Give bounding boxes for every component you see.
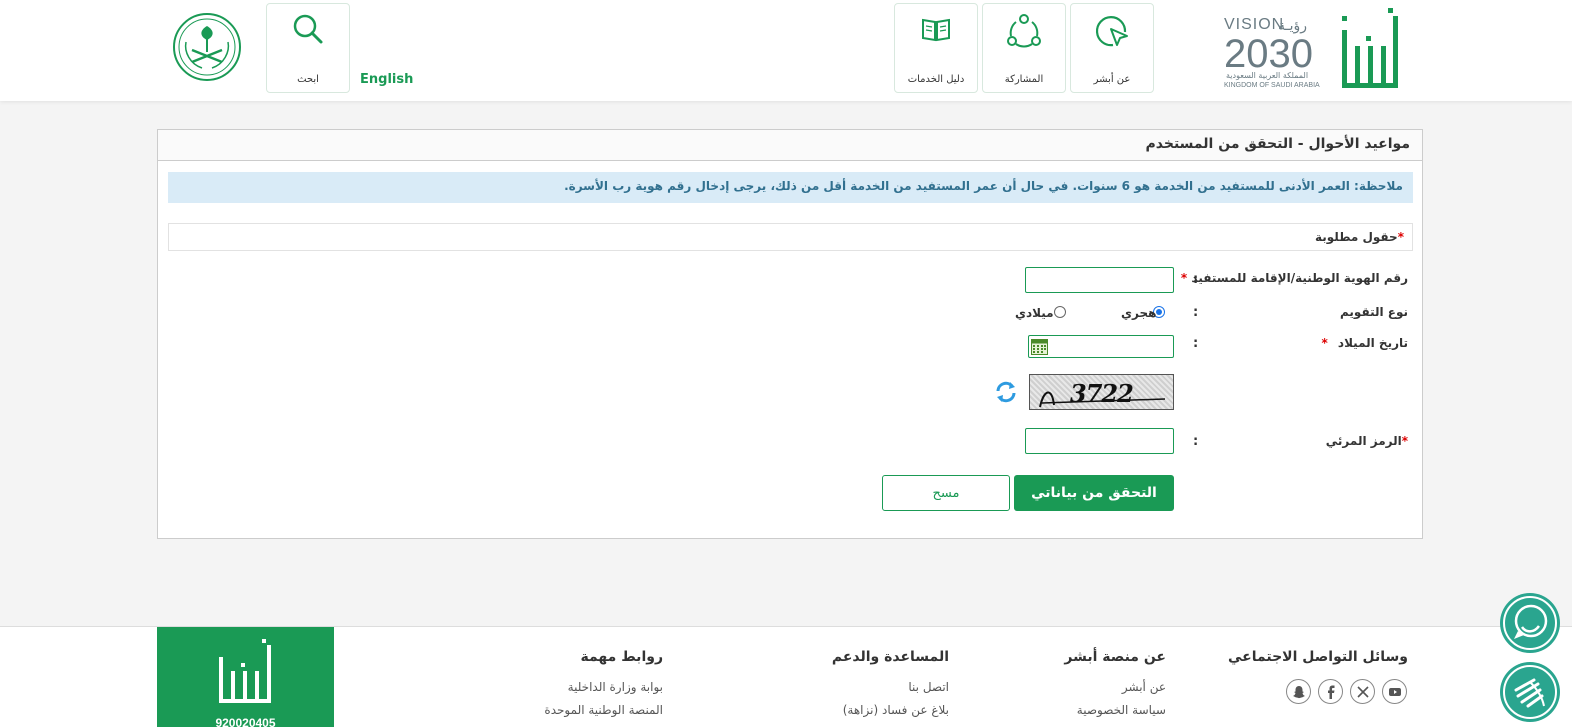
vision-country-ar: المملكة العربية السعودية	[1226, 71, 1309, 80]
footer-phone[interactable]: 920020405	[157, 716, 334, 727]
share-network-icon	[1007, 14, 1041, 48]
facebook-icon[interactable]	[1318, 679, 1343, 704]
absher-logo[interactable]	[1338, 6, 1402, 94]
required-star: *	[1321, 336, 1328, 350]
book-icon	[922, 18, 950, 42]
snapchat-icon[interactable]	[1286, 679, 1311, 704]
search-button[interactable]: ابحث	[266, 3, 350, 93]
search-label: ابحث	[297, 74, 319, 85]
nav-item-label: دليل الخدمات	[907, 74, 965, 85]
calendar-type-label: نوع التقويم	[1340, 305, 1408, 319]
site-footer: 920020405 روابط مهمة بوابة وزارة الداخلي…	[0, 626, 1572, 727]
footer-link[interactable]: سياسة الخصوصية	[1077, 703, 1166, 717]
saudi-emblem-icon[interactable]	[172, 12, 242, 82]
birthdate-field-label: تاريخ الميلاد *	[1321, 336, 1408, 350]
clear-button[interactable]: مسح	[882, 475, 1010, 511]
cursor-click-icon	[1095, 16, 1128, 47]
vision-country-en: KINGDOM OF SAUDI ARABIA	[1224, 82, 1320, 89]
sign-language-button[interactable]	[1500, 662, 1560, 722]
nav-item-label: المشاركة	[1004, 74, 1044, 85]
nav-item-services-guide[interactable]: دليل الخدمات	[894, 3, 978, 93]
youtube-icon[interactable]	[1382, 679, 1407, 704]
language-link[interactable]: English	[360, 72, 413, 87]
footer-heading-about-absher: عن منصة أبشر	[1064, 649, 1166, 665]
required-fields-label: حقول مطلوبة	[1314, 230, 1398, 244]
verification-panel: مواعيد الأحوال - التحقق من المستخدم ملاح…	[157, 129, 1423, 539]
visual-code-input[interactable]	[1025, 428, 1174, 454]
captcha-image: 3722	[1029, 374, 1174, 410]
calendar-gregorian-label[interactable]: ميلادي	[1015, 306, 1054, 320]
colon: :	[1193, 336, 1199, 351]
calendar-icon[interactable]	[1031, 339, 1048, 355]
site-header: ابحث English دليل الخدمات المشاركة عن أب	[0, 0, 1572, 101]
colon: :	[1193, 305, 1199, 320]
calendar-gregorian-radio[interactable]	[1054, 306, 1066, 318]
footer-absher-logo	[219, 639, 271, 703]
footer-heading-social: وسائل التواصل الاجتماعي	[1228, 649, 1408, 665]
birthdate-input[interactable]	[1028, 335, 1174, 358]
visual-code-field-label: *الرمز المرئي	[1326, 434, 1408, 448]
required-fields-note: *حقول مطلوبة	[168, 223, 1413, 251]
required-star: *	[1180, 271, 1188, 285]
required-star: *	[1401, 434, 1408, 448]
age-notice: ملاحظة: العمر الأدنى للمستفيد من الخدمة …	[168, 172, 1413, 203]
footer-heading-important-links: روابط مهمة	[580, 649, 663, 665]
captcha-text: 3722	[1070, 379, 1134, 408]
nav-item-participation[interactable]: المشاركة	[982, 3, 1066, 93]
page-title: مواعيد الأحوال - التحقق من المستخدم	[158, 130, 1422, 161]
chat-bot-icon	[1503, 596, 1557, 650]
nav-item-label: عن أبشر	[1093, 74, 1131, 85]
refresh-captcha-icon[interactable]	[994, 380, 1018, 404]
visual-code-label-text: الرمز المرئي	[1325, 434, 1402, 448]
footer-link[interactable]: عن أبشر	[1122, 680, 1166, 694]
vision-2030-logo: VISION رؤيـة 2030 المملكة العربية السعود…	[1222, 16, 1332, 94]
birthdate-label-text: تاريخ الميلاد	[1337, 336, 1408, 350]
verify-data-button[interactable]: التحقق من بياناتي	[1014, 475, 1174, 511]
search-icon	[293, 14, 323, 44]
colon: :	[1193, 434, 1199, 449]
footer-link[interactable]: المنصة الوطنية الموحدة	[544, 703, 663, 717]
colon: :	[1193, 272, 1199, 287]
id-label-text: رقم الهوية الوطنية/الإقامة للمستفيد	[1191, 271, 1408, 285]
nav-item-about-absher[interactable]: عن أبشر	[1070, 3, 1154, 93]
calendar-hijri-label[interactable]: هجري	[1121, 306, 1156, 320]
id-field-label: رقم الهوية الوطنية/الإقامة للمستفيد *	[1181, 271, 1408, 285]
footer-brand: 920020405	[157, 627, 334, 727]
footer-link[interactable]: بوابة وزارة الداخلية	[568, 680, 663, 694]
x-icon[interactable]	[1350, 679, 1375, 704]
sign-language-icon	[1503, 665, 1557, 719]
id-number-input[interactable]	[1025, 267, 1174, 293]
required-star: *	[1397, 230, 1404, 244]
footer-heading-help-support: المساعدة والدعم	[831, 649, 949, 665]
footer-link[interactable]: بلاغ عن فساد (نزاهة)	[843, 703, 949, 717]
chat-assistant-button[interactable]	[1500, 593, 1560, 653]
footer-link[interactable]: اتصل بنا	[908, 680, 949, 694]
